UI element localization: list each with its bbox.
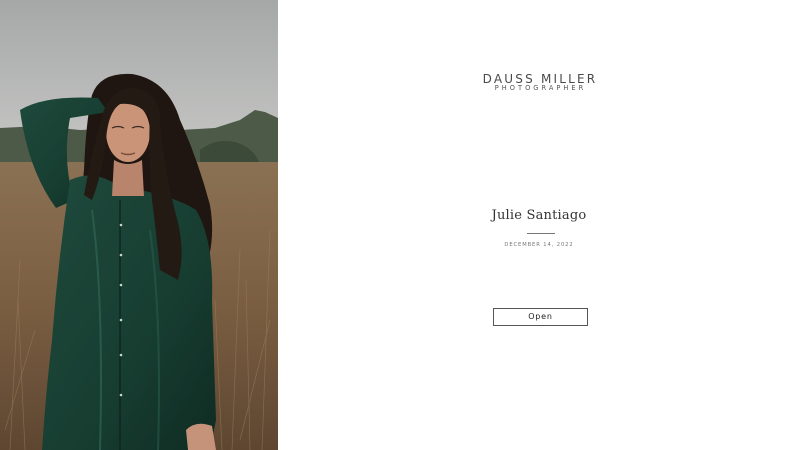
- gallery-cover-panel: DAUSS MILLER PHOTOGRAPHER Julie Santiago…: [278, 0, 800, 450]
- gallery-date: DECEMBER 14, 2022: [504, 242, 574, 248]
- brand-logo[interactable]: DAUSS MILLER PHOTOGRAPHER: [278, 73, 800, 92]
- gallery-title: Julie Santiago: [491, 208, 587, 223]
- brand-tagline: PHOTOGRAPHER: [494, 84, 587, 92]
- open-gallery-button[interactable]: Open: [493, 308, 588, 326]
- cover-photo-illustration: [0, 0, 278, 450]
- title-divider: [527, 233, 555, 234]
- cover-photo: [0, 0, 278, 450]
